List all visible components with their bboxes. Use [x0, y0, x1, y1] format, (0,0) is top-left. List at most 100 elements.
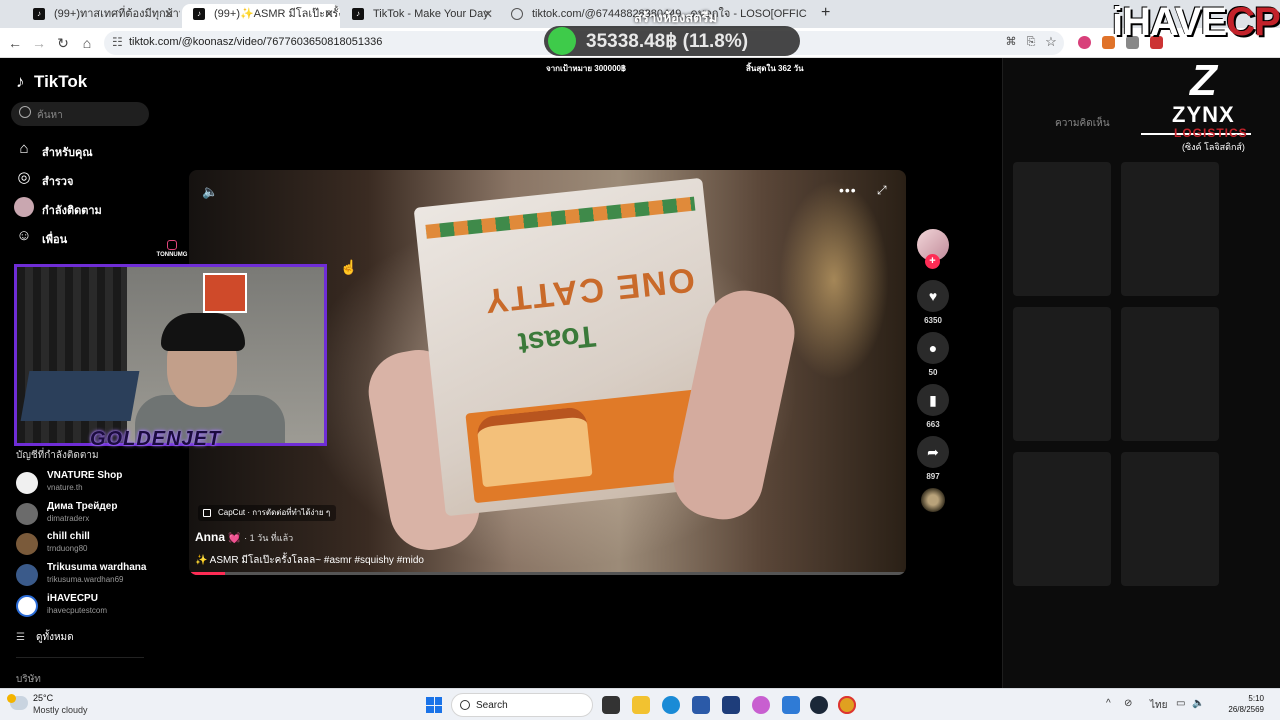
- brand-ihave: iHAVE: [1112, 0, 1227, 44]
- video-author[interactable]: Anna 💓 · 1 วัน ที่แล้ว: [195, 530, 293, 545]
- account-item[interactable]: chill chill trnduong80: [16, 531, 166, 559]
- weather-cloud-icon[interactable]: [7, 694, 28, 710]
- comment-button[interactable]: ●: [917, 332, 949, 364]
- posted-time: · 1 วัน ที่แล้ว: [244, 533, 294, 543]
- close-icon[interactable]: ✕: [324, 4, 334, 24]
- ihavecpu-logo: iHAVECPU: [1112, 0, 1280, 45]
- clock[interactable]: 5:10 26/8/2569: [1212, 693, 1264, 715]
- divider: [16, 657, 144, 658]
- extension-icon[interactable]: [1078, 36, 1091, 49]
- video-thumbnail[interactable]: [1121, 307, 1219, 441]
- mail-icon[interactable]: [782, 696, 800, 714]
- following-accounts-heading: บัญชีที่กำลังติดตาม: [16, 450, 99, 461]
- forward-icon[interactable]: →: [30, 34, 48, 52]
- back-icon[interactable]: ←: [6, 34, 24, 52]
- like-count: 6350: [924, 316, 942, 325]
- reload-icon[interactable]: ↻: [54, 34, 72, 52]
- windows-start-icon[interactable]: [426, 697, 442, 713]
- taskbar-search[interactable]: Search: [451, 693, 593, 717]
- video-thumbnail[interactable]: [1121, 162, 1219, 296]
- capcut-label: CapCut · การตัดต่อที่ทำได้ง่าย ๆ: [218, 508, 331, 517]
- video-thumbnail[interactable]: [1013, 307, 1111, 441]
- translate-icon[interactable]: ⌘: [1002, 33, 1020, 51]
- account-handle: vnature.th: [47, 483, 83, 492]
- tab-comments[interactable]: ความคิดเห็น: [1055, 116, 1110, 131]
- browser-tab-3[interactable]: ♪ TikTok - Make Your Day ✕: [341, 4, 499, 28]
- volume-icon[interactable]: 🔈: [1192, 698, 1204, 709]
- browser-tab-1[interactable]: ♪ (99+)ทาสเทศที่ต้องมีทุกบ้าน | yadat ✕: [22, 4, 180, 28]
- desk-laptop: [20, 371, 140, 421]
- video-thumbnail[interactable]: [1013, 452, 1111, 586]
- save-count: 663: [926, 420, 940, 429]
- wall-poster: [203, 273, 247, 313]
- package-text: ONE CATTY: [481, 260, 697, 321]
- weather-temp[interactable]: 25°C: [33, 693, 53, 703]
- capcut-badge[interactable]: CapCut · การตัดต่อที่ทำได้ง่าย ๆ: [198, 505, 337, 521]
- more-options-icon[interactable]: •••: [839, 182, 857, 198]
- editor-app-icon[interactable]: [692, 696, 710, 714]
- fullscreen-icon[interactable]: ⤢: [877, 183, 887, 198]
- network-off-icon[interactable]: ⊘: [1124, 698, 1132, 709]
- company-link[interactable]: บริษัท: [16, 672, 41, 687]
- search-icon: [460, 700, 470, 710]
- file-explorer-icon[interactable]: [632, 696, 650, 714]
- account-handle: trikusuma.wardhan69: [47, 575, 124, 584]
- input-language[interactable]: ไทย: [1150, 698, 1167, 713]
- streamer-hair: [161, 313, 245, 351]
- follow-button[interactable]: +: [925, 254, 940, 269]
- video-progress-bar[interactable]: [189, 572, 906, 575]
- taskbar-search-label: Search: [476, 700, 508, 711]
- account-name: Дима Трейдер: [47, 501, 118, 512]
- clock-time: 5:10: [1248, 694, 1264, 703]
- home-icon[interactable]: ⌂: [78, 34, 96, 52]
- weather-desc[interactable]: Mostly cloudy: [33, 705, 88, 715]
- music-disc-icon[interactable]: [921, 488, 945, 512]
- account-name: Trikusuma wardhana: [47, 562, 147, 573]
- chrome-icon[interactable]: [838, 696, 856, 714]
- tab-title: TikTok - Make Your Day: [373, 8, 489, 20]
- tiktok-logo[interactable]: ♪ TikTok: [16, 72, 87, 92]
- see-all-button[interactable]: ☰ ดูทั้งหมด: [16, 630, 74, 645]
- video-thumbnail[interactable]: [1121, 452, 1219, 586]
- account-item[interactable]: VNATURE Shop vnature.th: [16, 470, 166, 498]
- donation-indicator: [548, 27, 576, 55]
- copilot-icon[interactable]: [752, 696, 770, 714]
- account-item[interactable]: Trikusuma wardhana trikusuma.wardhan69: [16, 562, 166, 590]
- browser-tab-2-active[interactable]: ♪ (99+)✨ASMR มีโลเป๊ะครั้งโลลล ✕: [182, 4, 340, 28]
- tiktok-icon: ♪: [16, 72, 25, 91]
- account-item[interactable]: Дима Трейдер dimatraderx: [16, 501, 166, 529]
- instagram-name: TONNUMG: [156, 252, 188, 258]
- brand-cpu: CPU: [1226, 0, 1280, 44]
- steam-icon[interactable]: [810, 696, 828, 714]
- share-button[interactable]: ➦: [917, 436, 949, 468]
- bookmark-icon: ▮: [929, 392, 937, 408]
- install-icon[interactable]: ⎘: [1022, 33, 1040, 51]
- nav-label: กำลังติดตาม: [42, 205, 102, 217]
- volume-icon[interactable]: 🔈: [202, 184, 218, 200]
- save-button[interactable]: ▮: [917, 384, 949, 416]
- edge-icon[interactable]: [662, 696, 680, 714]
- account-item[interactable]: iHAVECPU ihavecputestcom: [16, 593, 166, 621]
- store-icon[interactable]: [722, 696, 740, 714]
- account-handle: trnduong80: [47, 544, 88, 553]
- new-tab-button[interactable]: +: [821, 4, 830, 22]
- search-placeholder: ค้นหา: [37, 110, 63, 121]
- site-info-icon[interactable]: ☷: [112, 35, 123, 49]
- url-text[interactable]: tiktok.com/@koonasz/video/76776036508180…: [129, 36, 382, 48]
- like-button[interactable]: ♥: [917, 280, 949, 312]
- video-caption[interactable]: ✨ ASMR มีโลเป๊ะครั้งโลลล~ #asmr #squishy…: [195, 553, 424, 568]
- donation-title: สร้างห้องสตรีม: [634, 10, 718, 25]
- bookmark-star-icon[interactable]: ☆: [1042, 33, 1060, 51]
- close-icon[interactable]: ✕: [164, 4, 174, 24]
- see-all-label: ดูทั้งหมด: [36, 632, 74, 643]
- search-input[interactable]: ค้นหา: [11, 102, 149, 126]
- tray-overflow-icon[interactable]: ^: [1106, 698, 1111, 709]
- wifi-icon[interactable]: ▭: [1176, 698, 1185, 709]
- capcut-icon: [203, 509, 211, 517]
- task-view-icon[interactable]: [602, 696, 620, 714]
- donation-goal: จากเป้าหมาย 300000฿: [546, 64, 626, 73]
- tiktok-icon: ♪: [352, 8, 364, 20]
- comment-count: 50: [928, 368, 938, 377]
- close-icon[interactable]: ✕: [483, 4, 493, 24]
- video-thumbnail[interactable]: [1013, 162, 1111, 296]
